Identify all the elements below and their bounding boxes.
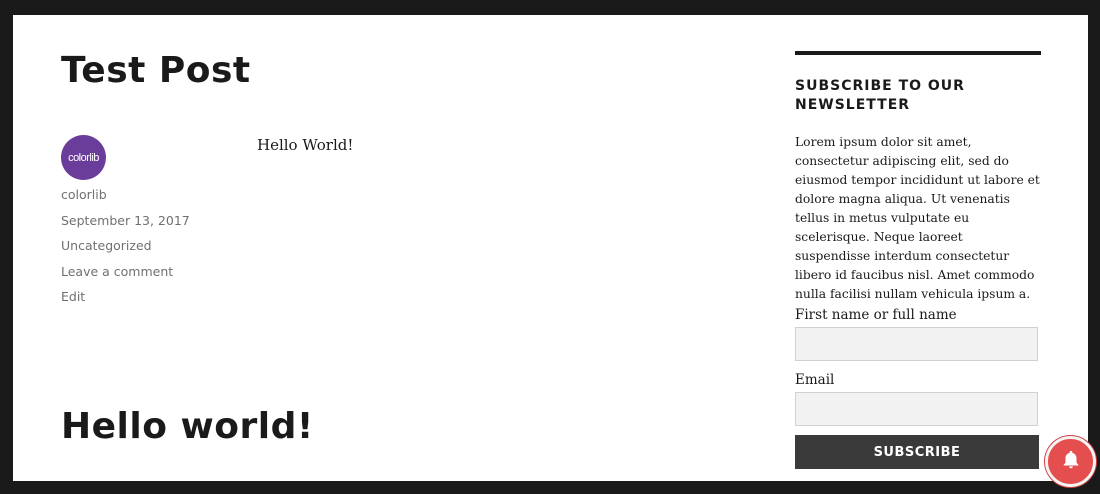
name-field[interactable] [795, 327, 1038, 361]
email-field[interactable] [795, 392, 1038, 426]
category-link[interactable]: Uncategorized [61, 238, 190, 264]
date-link[interactable]: September 13, 2017 [61, 213, 190, 239]
next-post-title[interactable]: Hello world! [61, 407, 314, 447]
comment-link[interactable]: Leave a comment [61, 264, 190, 290]
page-content: Test Post colorlib colorlib September 13… [13, 15, 1088, 481]
subscribe-button[interactable]: SUBSCRIBE [795, 435, 1039, 469]
author-avatar[interactable]: colorlib [61, 135, 106, 180]
edit-link[interactable]: Edit [61, 289, 190, 315]
newsletter-description: Lorem ipsum dolor sit amet, consectetur … [795, 135, 1040, 301]
avatar-logo-text: colorlib [68, 151, 99, 164]
newsletter-widget: SUBSCRIBE TO OUR NEWSLETTER Lorem ipsum … [795, 51, 1041, 469]
post-content: Hello World! [257, 136, 354, 154]
post-title[interactable]: Test Post [61, 51, 251, 91]
notification-button[interactable] [1045, 436, 1096, 487]
email-label: Email [795, 372, 835, 388]
bell-icon [1060, 449, 1082, 475]
post-meta: colorlib September 13, 2017 Uncategorize… [61, 187, 190, 315]
name-label: First name or full name [795, 307, 957, 323]
author-link[interactable]: colorlib [61, 187, 190, 213]
newsletter-title: SUBSCRIBE TO OUR NEWSLETTER [795, 78, 965, 113]
